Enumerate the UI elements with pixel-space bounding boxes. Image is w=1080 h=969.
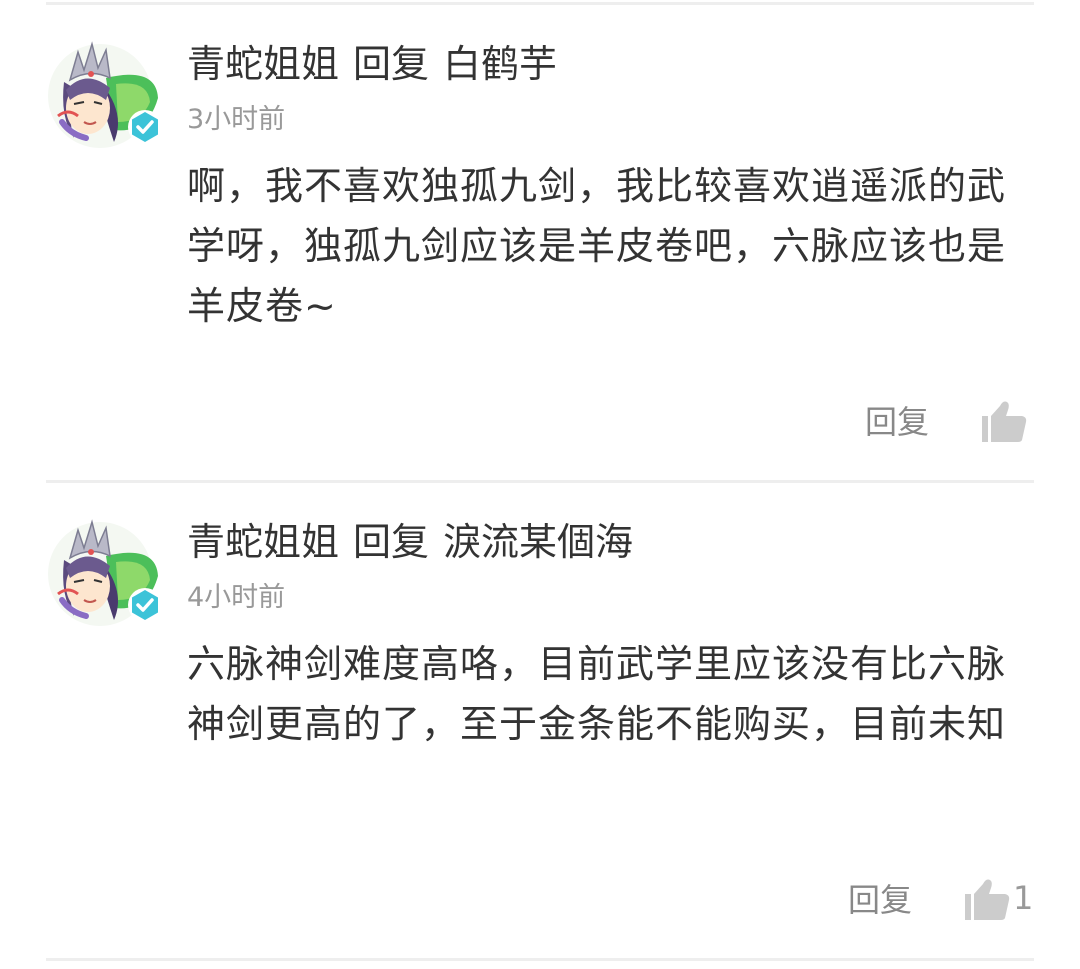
reply-button[interactable]: 回复	[848, 880, 912, 920]
comment-text: 六脉神剑难度高咯，目前武学里应该没有比六脉神剑更高的了，至于金条能不能购买，目前…	[187, 642, 1007, 746]
thumbs-up-icon	[965, 879, 1010, 920]
divider-middle	[46, 480, 1034, 483]
reply-target-name[interactable]: 白鹤芋	[443, 42, 557, 86]
like-count: 1	[1013, 879, 1034, 917]
avatar[interactable]	[44, 516, 162, 628]
comment-timestamp: 3小时前	[187, 104, 286, 135]
author-name[interactable]: 青蛇姐姐	[187, 520, 339, 564]
reply-target-name[interactable]: 淚流某個海	[443, 520, 633, 564]
like-button[interactable]: 1	[963, 872, 1033, 924]
reply-action-label: 回复	[353, 42, 430, 86]
comment-timestamp: 4小时前	[187, 582, 286, 613]
reply-button[interactable]: 回复	[865, 402, 929, 442]
comment-header: 青蛇姐姐 回复 白鹤芋	[187, 41, 557, 87]
comment-header: 青蛇姐姐 回复 淚流某個海	[187, 519, 633, 565]
comment-text: 啊，我不喜欢独孤九剑，我比较喜欢逍遥派的武学呀，独孤九剑应该是羊皮卷吧，六脉应该…	[187, 164, 1007, 328]
author-name[interactable]: 青蛇姐姐	[187, 42, 339, 86]
like-button[interactable]	[980, 394, 1030, 446]
divider-bottom	[46, 958, 1034, 961]
reply-action-label: 回复	[353, 520, 430, 564]
verified-check-icon	[128, 588, 162, 622]
avatar[interactable]	[44, 38, 162, 150]
verified-check-icon	[128, 110, 162, 144]
divider-top	[46, 2, 1034, 5]
thumbs-up-icon	[982, 401, 1027, 442]
